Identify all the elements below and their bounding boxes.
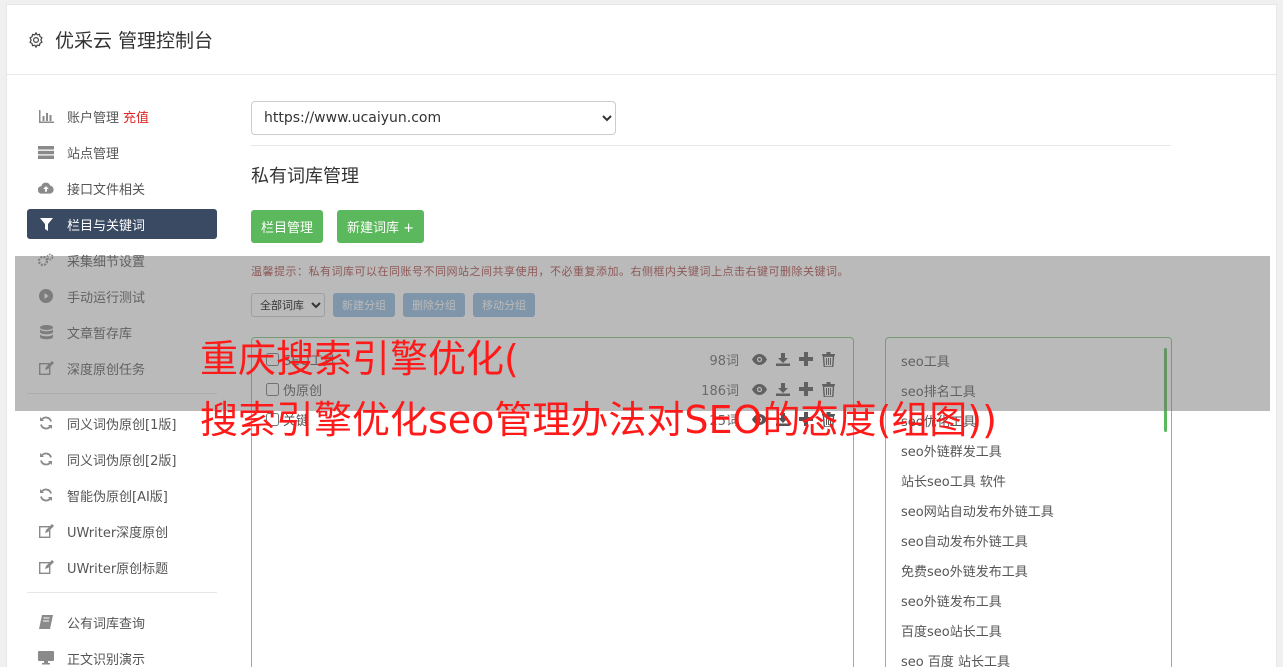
sidebar-item-c0[interactable]: 公有词库查询 [27, 607, 217, 637]
sidebar-item-a2[interactable]: 接口文件相关 [27, 173, 217, 203]
server-icon [38, 145, 54, 159]
sidebar-item-b1[interactable]: 同义词伪原创[2版] [27, 444, 217, 474]
recharge-link[interactable]: 充值 [123, 107, 149, 126]
keyword-item[interactable]: 免费seo外链发布工具 [886, 558, 1171, 588]
sidebar-item-label: 接口文件相关 [67, 182, 146, 198]
sidebar-item-b4[interactable]: UWriter原创标题 [27, 552, 217, 582]
keyword-item[interactable]: seo外链发布工具 [886, 588, 1171, 618]
sidebar-item-label: 同义词伪原创[1版] [67, 417, 177, 433]
sidebar-item-a1[interactable]: 站点管理 [27, 137, 217, 167]
monitor-icon [38, 651, 54, 665]
site-select[interactable]: https://www.ucaiyun.com [251, 101, 616, 135]
keyword-item[interactable]: seo 百度 站长工具 [886, 648, 1171, 667]
new-library-button[interactable]: 新建词库 + [337, 210, 425, 243]
page-title: 优采云 管理控制台 [55, 30, 214, 52]
sidebar-item-label: 智能伪原创[AI版] [67, 489, 168, 505]
edit-icon [38, 560, 54, 574]
sidebar-item-label: 栏目与关键词 [67, 218, 146, 234]
column-manage-button[interactable]: 栏目管理 [251, 210, 324, 243]
section-title: 私有词库管理 [251, 166, 359, 187]
refresh-icon [38, 488, 54, 502]
book-icon [38, 615, 54, 629]
refresh-icon [38, 416, 54, 430]
divider [251, 145, 1171, 146]
keyword-item[interactable]: seo自动发布外链工具 [886, 528, 1171, 558]
filter-icon [38, 217, 54, 231]
header: 优采云 管理控制台 [7, 5, 1276, 75]
sidebar-item-label: UWriter原创标题 [67, 561, 169, 577]
keyword-item[interactable]: 百度seo站长工具 [886, 618, 1171, 648]
bar-chart-icon [38, 109, 54, 123]
gear-icon [29, 31, 43, 48]
sidebar-item-b3[interactable]: UWriter深度原创 [27, 516, 217, 546]
sidebar-item-label: 账户管理 [67, 110, 120, 126]
edit-icon [38, 524, 54, 538]
sidebar-item-b2[interactable]: 智能伪原创[AI版] [27, 480, 217, 510]
keyword-item[interactable]: seo网站自动发布外链工具 [886, 498, 1171, 528]
sidebar-item-label: 公有词库查询 [67, 616, 146, 632]
sidebar-divider [27, 592, 217, 593]
sidebar-item-label: 同义词伪原创[2版] [67, 453, 177, 469]
sidebar-item-c1[interactable]: 正文识别演示 [27, 643, 217, 667]
sidebar-item-a3[interactable]: 栏目与关键词 [27, 209, 217, 239]
cloud-upload-icon [38, 181, 54, 195]
keyword-item[interactable]: 站长seo工具 软件 [886, 468, 1171, 498]
sidebar-item-label: 站点管理 [67, 146, 120, 162]
sidebar-item-label: 正文识别演示 [67, 652, 146, 667]
headline-line-1: 重庆搜索引擎优化( [200, 337, 519, 381]
overlay-band [15, 256, 1270, 411]
headline-line-2: 搜索引擎优化seo管理办法对SEO的态度(组图)) [200, 398, 997, 442]
sidebar-item-b0[interactable]: 同义词伪原创[1版] [27, 408, 217, 438]
sidebar-item-label: UWriter深度原创 [67, 525, 169, 541]
refresh-icon [38, 452, 54, 466]
sidebar-item-a0[interactable]: 账户管理 充值 [27, 101, 217, 131]
